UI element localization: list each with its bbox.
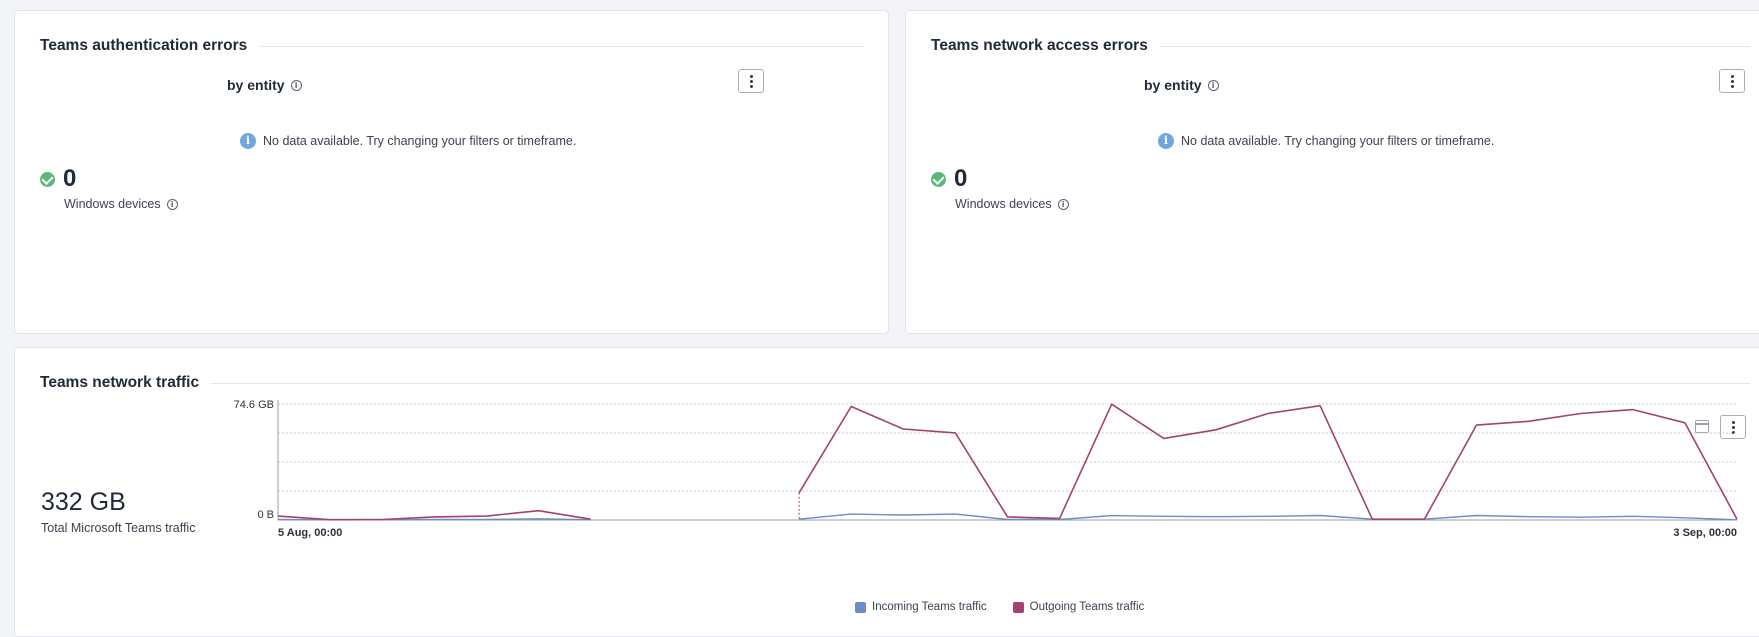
x-tick-label: 3 Sep, 00:00 (1673, 527, 1737, 539)
info-icon[interactable]: i (166, 198, 178, 210)
legend-swatch (1012, 601, 1024, 613)
card-title: Teams network access errors (931, 37, 1148, 54)
info-icon: i (1158, 133, 1174, 149)
no-data-message: i No data available. Try changing your f… (1158, 133, 1494, 149)
info-icon: i (240, 133, 256, 149)
kpi: 0 Windows devices i (931, 165, 1069, 211)
info-icon[interactable]: i (1057, 198, 1069, 210)
series-line-incoming (799, 513, 1738, 521)
kpi-value: 0 (954, 165, 968, 192)
legend-item-incoming[interactable]: Incoming Teams traffic (855, 601, 987, 613)
y-tick-label: 74.6 GB (234, 399, 274, 411)
network-traffic-card: Teams network traffic 332 GB Total Micro… (14, 347, 1759, 637)
no-data-text: No data available. Try changing your fil… (263, 134, 577, 148)
subtitle-text: by entity (1144, 77, 1202, 93)
auth-errors-card: Teams authentication errors by entity i … (14, 10, 889, 334)
title-divider (259, 45, 864, 47)
network-access-errors-card: Teams network access errors by entity i … (905, 10, 1759, 334)
legend-label: Outgoing Teams traffic (1029, 601, 1145, 613)
chart-legend: Incoming Teams traffic Outgoing Teams tr… (855, 601, 1144, 613)
title-divider (1159, 45, 1750, 47)
x-tick-label: 5 Aug, 00:00 (278, 527, 342, 539)
info-icon[interactable]: i (290, 79, 302, 91)
subtitle: by entity i (1144, 77, 1219, 93)
legend-label: Incoming Teams traffic (872, 601, 987, 613)
legend-item-outgoing[interactable]: Outgoing Teams traffic (1012, 601, 1145, 613)
kebab-menu-icon (749, 74, 753, 78)
check-circle-icon (40, 171, 55, 187)
kpi: 0 Windows devices i (40, 165, 178, 211)
y-tick-label: 0 B (257, 509, 274, 521)
kebab-menu-icon (1730, 74, 1734, 78)
card-header: Teams network access errors (931, 37, 1750, 55)
card-title: Teams authentication errors (40, 37, 248, 54)
no-data-message: i No data available. Try changing your f… (240, 133, 576, 149)
kpi-value: 0 (63, 165, 77, 192)
legend-swatch (855, 601, 866, 613)
more-options-button[interactable] (738, 69, 764, 93)
card-header: Teams authentication errors (40, 37, 864, 55)
subtitle: by entity i (227, 77, 302, 93)
info-icon[interactable]: i (1207, 79, 1219, 91)
traffic-chart: 74.6 GB 0 B 5 Aug, 00:00 3 Sep, 00:00 (234, 399, 1738, 539)
more-options-button[interactable] (1719, 69, 1745, 93)
subtitle-text: by entity (227, 77, 285, 93)
no-data-text: No data available. Try changing your fil… (1181, 134, 1495, 148)
kpi-label: Windows devices (955, 197, 1052, 211)
kpi-label: Windows devices (64, 197, 161, 211)
check-circle-icon (931, 171, 946, 187)
